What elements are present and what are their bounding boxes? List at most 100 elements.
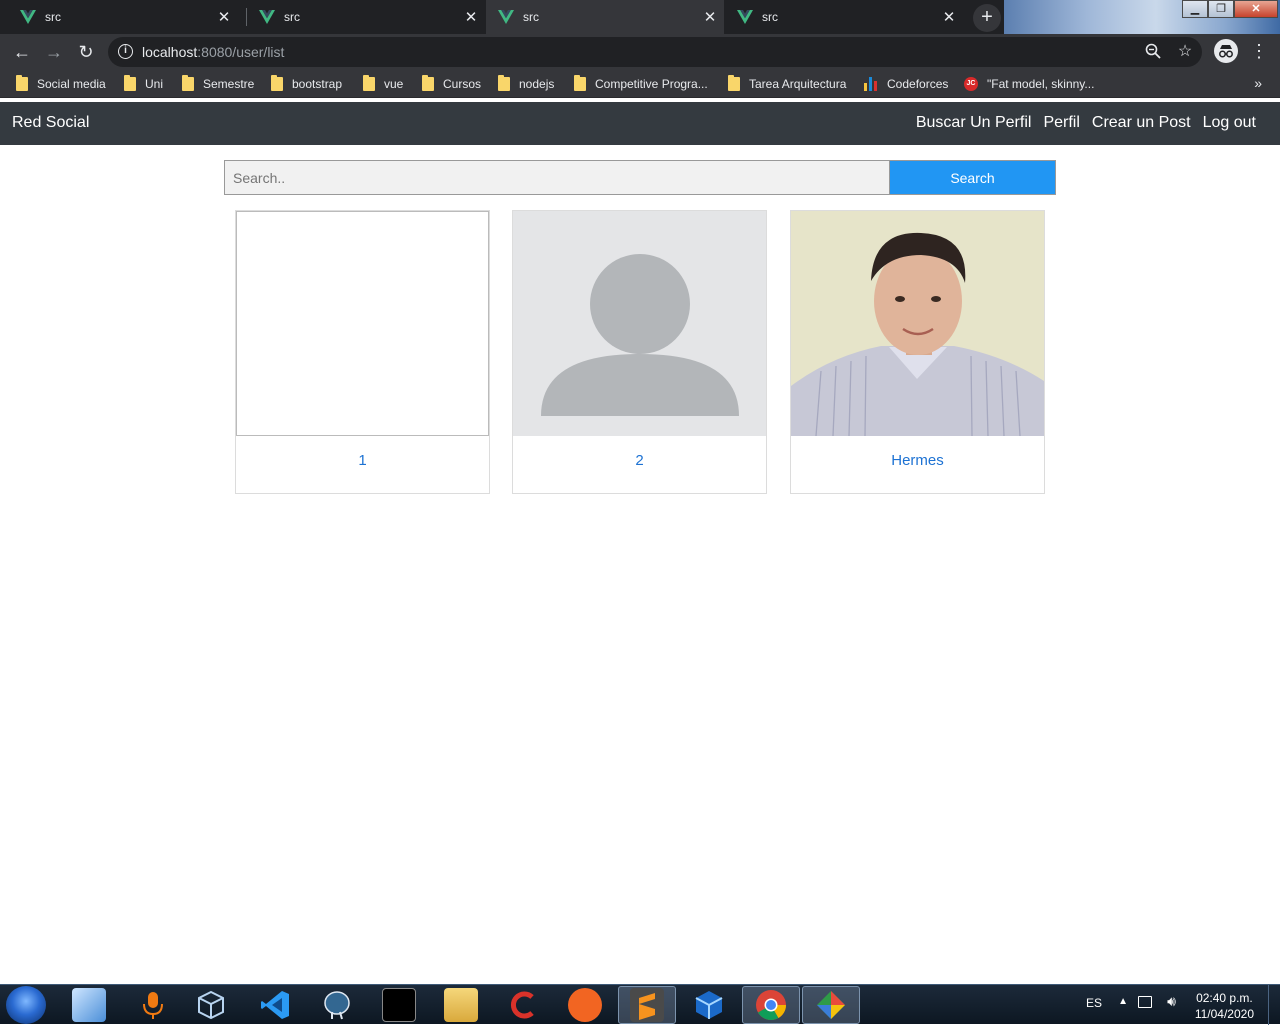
folder-icon — [182, 75, 194, 91]
nav-link-crear-post[interactable]: Crear un Post — [1092, 114, 1191, 132]
clock-date: 11/04/2020 — [1194, 1007, 1254, 1021]
close-tab-icon[interactable]: ✕ — [463, 8, 479, 26]
close-window-button[interactable]: ✕ — [1234, 0, 1278, 18]
user-name-link[interactable]: 1 — [236, 452, 489, 469]
close-tab-icon[interactable]: ✕ — [702, 8, 718, 26]
address-bar[interactable]: i localhost:8080/user/list ☆ — [108, 37, 1202, 67]
sublime-text-icon[interactable] — [630, 988, 664, 1022]
chrome-icon[interactable] — [754, 988, 788, 1022]
nav-link-buscar-perfil[interactable]: Buscar Un Perfil — [916, 114, 1032, 132]
tab-title: src — [523, 10, 539, 24]
ccleaner-icon[interactable] — [506, 988, 540, 1022]
bookmark-item[interactable]: Cursos — [422, 75, 482, 92]
search-button[interactable]: Search — [890, 160, 1056, 195]
bookmark-label: bootstrap — [292, 77, 343, 91]
bookmark-item[interactable]: JC "Fat model, skinny... — [964, 76, 1094, 92]
netbeans-icon[interactable] — [692, 988, 726, 1022]
more-bookmarks-icon[interactable]: » — [1254, 75, 1262, 91]
vue-logo-icon — [737, 10, 753, 24]
javacodegeeks-icon: JC — [964, 77, 978, 91]
start-button-icon[interactable] — [6, 986, 46, 1024]
close-tab-icon[interactable]: ✕ — [941, 8, 957, 26]
user-name-link[interactable]: 2 — [513, 452, 766, 469]
bookmark-label: nodejs — [519, 77, 555, 91]
brand-link[interactable]: Red Social — [12, 114, 89, 132]
nav-links: Buscar Un Perfil Perfil Crear un Post Lo… — [916, 114, 1256, 132]
close-tab-icon[interactable]: ✕ — [216, 8, 232, 26]
browser-toolbar: ← → ↻ i localhost:8080/user/list ☆ ⋮ — [0, 34, 1280, 70]
folder-icon — [16, 75, 28, 91]
forward-arrow-icon[interactable]: → — [42, 40, 66, 64]
cube-app-icon[interactable] — [194, 988, 228, 1022]
vue-logo-icon — [20, 10, 36, 24]
zoom-icon[interactable] — [1144, 43, 1162, 61]
clock[interactable]: 02:40 p.m. 11/04/2020 — [1195, 990, 1254, 1022]
bookmark-label: vue — [384, 77, 404, 91]
diamond-app-icon[interactable] — [814, 988, 848, 1022]
default-avatar-icon[interactable] — [513, 211, 766, 436]
bookmark-label: Social media — [37, 77, 106, 91]
virtualbox-icon[interactable] — [72, 988, 106, 1022]
nav-link-perfil[interactable]: Perfil — [1043, 114, 1079, 132]
file-explorer-icon[interactable] — [444, 988, 478, 1022]
tab-title: src — [45, 10, 61, 24]
codeforces-icon — [864, 77, 878, 91]
command-prompt-icon[interactable] — [382, 988, 416, 1022]
vue-logo-icon — [498, 10, 514, 24]
user-name-link[interactable]: Hermes — [791, 452, 1044, 469]
browser-tab-active[interactable]: src ✕ — [486, 0, 724, 34]
search-bar: Search — [224, 160, 1056, 195]
show-hidden-icons-icon[interactable]: ▲ — [1118, 996, 1128, 1007]
browser-tab[interactable]: src ✕ — [725, 0, 963, 34]
bookmark-item[interactable]: vue — [363, 75, 404, 92]
url-text[interactable]: localhost:8080/user/list — [142, 44, 284, 60]
browser-tab[interactable]: src ✕ — [247, 0, 485, 34]
tab-title: src — [284, 10, 300, 24]
postgresql-icon[interactable] — [320, 988, 354, 1022]
bookmark-item[interactable]: bootstrap — [271, 75, 343, 92]
user-card[interactable]: 2 — [512, 210, 767, 494]
bookmark-item[interactable]: Competitive Progra... — [574, 75, 708, 92]
site-info-icon[interactable]: i — [118, 44, 133, 59]
bookmark-star-icon[interactable]: ☆ — [1176, 43, 1194, 61]
bookmark-item[interactable]: Codeforces — [864, 76, 948, 92]
folder-icon — [124, 75, 136, 91]
vscode-icon[interactable] — [258, 988, 292, 1022]
postman-icon[interactable] — [568, 988, 602, 1022]
vue-logo-icon — [259, 10, 275, 24]
language-indicator[interactable]: ES — [1086, 996, 1102, 1010]
profile-picture[interactable] — [236, 211, 489, 436]
volume-icon[interactable]: 🔊︎ — [1167, 993, 1176, 1010]
incognito-icon[interactable] — [1214, 39, 1238, 63]
restore-button[interactable]: ❐ — [1208, 0, 1234, 18]
bookmark-label: Tarea Arquitectura — [749, 77, 847, 91]
bookmark-item[interactable]: nodejs — [498, 75, 555, 92]
bookmark-item[interactable]: Semestre — [182, 75, 255, 92]
minimize-button[interactable]: ▁ — [1182, 0, 1208, 18]
profile-photo[interactable] — [791, 211, 1044, 437]
new-tab-button[interactable]: + — [973, 4, 1001, 32]
bookmark-label: Uni — [145, 77, 164, 91]
folder-icon — [574, 75, 586, 91]
clock-time: 02:40 p.m. — [1196, 991, 1253, 1005]
folder-icon — [271, 75, 283, 91]
bookmark-item[interactable]: Uni — [124, 75, 164, 92]
browser-menu-icon[interactable]: ⋮ — [1250, 39, 1268, 63]
user-card[interactable]: Hermes — [790, 210, 1045, 494]
window-controls: ▁ ❐ ✕ — [1182, 0, 1278, 18]
microphone-icon[interactable] — [136, 988, 170, 1022]
bookmark-item[interactable]: Tarea Arquitectura — [728, 75, 847, 92]
show-desktop-button[interactable] — [1268, 985, 1280, 1025]
network-icon[interactable] — [1138, 996, 1152, 1008]
nav-link-log-out[interactable]: Log out — [1203, 114, 1256, 132]
bookmark-item[interactable]: Social media — [16, 75, 106, 92]
bookmark-label: Cursos — [443, 77, 482, 91]
reload-icon[interactable]: ↻ — [74, 40, 98, 64]
windows-taskbar: ES ▲ 🔊︎ 02:40 p.m. 11/04/2020 — [0, 984, 1280, 1025]
search-input[interactable] — [224, 160, 890, 195]
bookmark-label: Semestre — [203, 77, 255, 91]
back-arrow-icon[interactable]: ← — [10, 40, 34, 64]
browser-tab-strip: src ✕ src ✕ src ✕ src ✕ + ▁ ❐ ✕ — [0, 0, 1280, 34]
user-card[interactable]: 1 — [235, 210, 490, 494]
browser-tab[interactable]: src ✕ — [0, 0, 238, 34]
